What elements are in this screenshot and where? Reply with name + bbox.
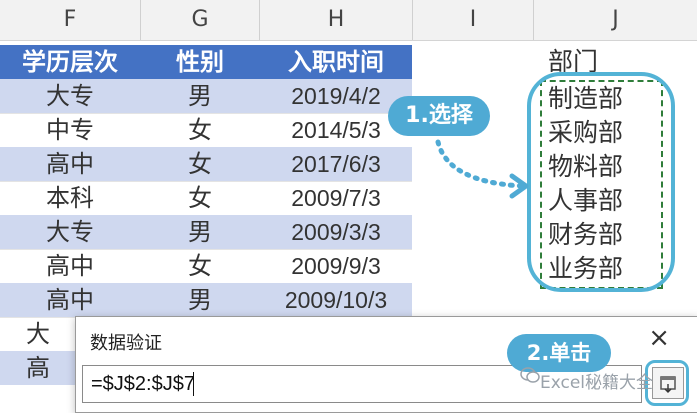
close-button[interactable]: × [648, 323, 670, 353]
source-range-value: =$J$2:$J$7 [91, 373, 195, 395]
spreadsheet: F G H I J 学历层次 性别 入职时间 大专 男 2019/4/2 中专 … [0, 0, 697, 413]
text-caret [193, 372, 194, 396]
wechat-icon [520, 367, 540, 383]
watermark: Excel秘籍大全 [540, 373, 654, 393]
dialog-title: 数据验证 [90, 333, 162, 354]
